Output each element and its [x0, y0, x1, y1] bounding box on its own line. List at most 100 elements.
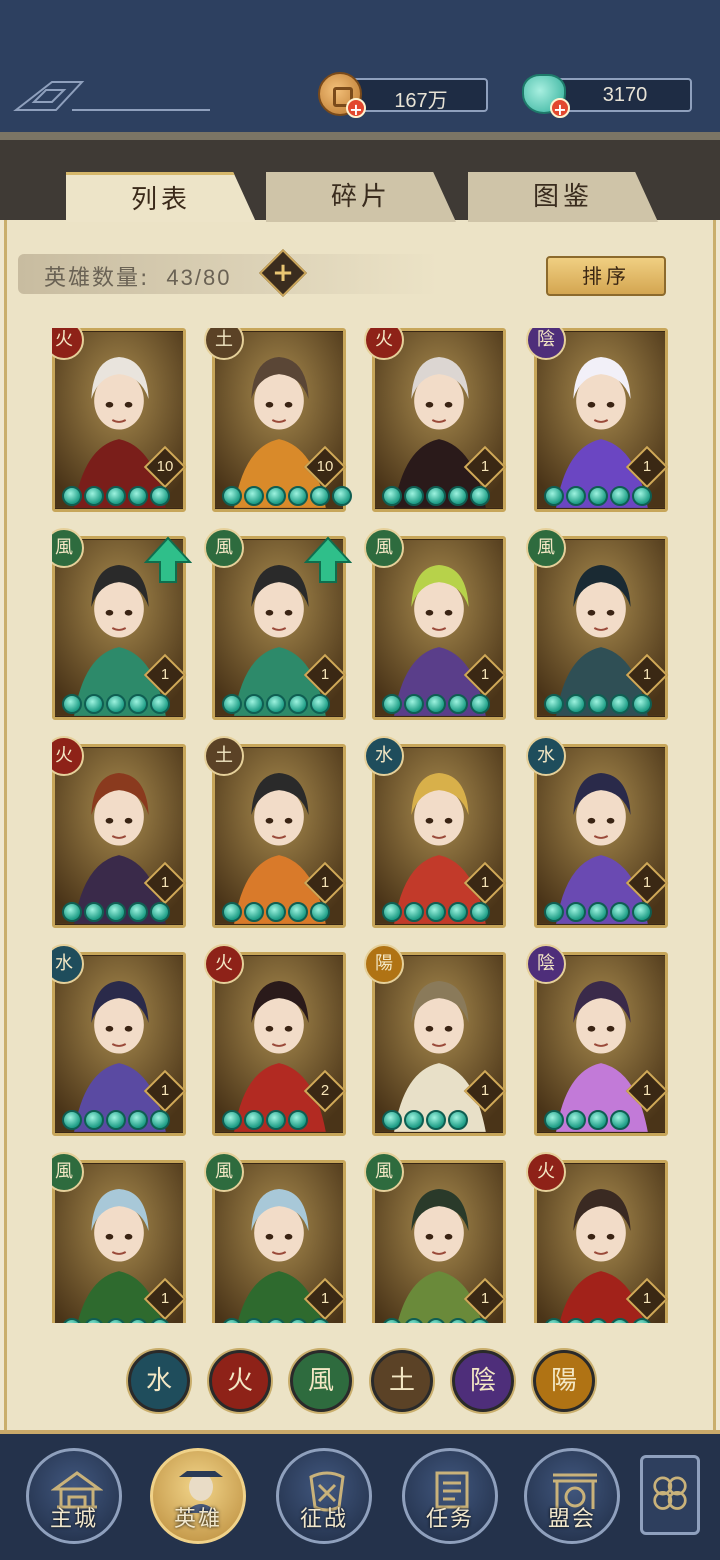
jade-star-icon: [222, 694, 242, 714]
coin-currency[interactable]: 167万 +: [318, 72, 498, 119]
more-menu-button[interactable]: [640, 1455, 700, 1535]
jade-star-icon: [544, 902, 564, 922]
nav-item-hero-portrait[interactable]: 英雄: [150, 1448, 246, 1544]
jade-star-icon: [106, 902, 126, 922]
nav-item-task-scroll[interactable]: 任务: [402, 1448, 498, 1544]
hero-card[interactable]: 土 10: [204, 328, 352, 512]
top-bar: 167万 + 3170 +: [0, 0, 720, 140]
jade-currency[interactable]: 3170 +: [522, 72, 702, 119]
hero-card[interactable]: 風1: [204, 528, 352, 720]
hero-star-rank: [222, 1318, 330, 1323]
nav-label: 英雄: [173, 1507, 222, 1532]
add-jade-button[interactable]: +: [550, 98, 570, 119]
tab-collection[interactable]: 图鉴: [468, 172, 658, 222]
hero-card[interactable]: 風1: [52, 1152, 187, 1323]
jade-star-icon: [382, 1318, 402, 1323]
wind-element-icon: 風: [526, 528, 566, 568]
jade-star-icon: [288, 1318, 308, 1323]
jade-star-icon: [84, 1318, 104, 1323]
wind-element-icon: 風: [204, 528, 244, 568]
hero-card[interactable]: 火1: [364, 328, 507, 512]
jade-star-icon: [544, 1110, 564, 1130]
add-coin-button[interactable]: +: [346, 98, 366, 119]
jade-star-icon: [448, 902, 468, 922]
hero-level: 1: [480, 458, 490, 475]
hero-level: 1: [642, 1082, 652, 1099]
hero-card[interactable]: 陰1: [526, 328, 669, 512]
jade-star-icon: [470, 694, 490, 714]
hero-card[interactable]: 水1: [526, 736, 669, 928]
hero-level: 2: [320, 1082, 330, 1099]
jade-star-icon: [382, 486, 402, 506]
filter-fire-button[interactable]: 火: [209, 1350, 271, 1412]
fire-element-icon: 火: [526, 1152, 566, 1192]
jade-star-icon: [470, 486, 490, 506]
jade-star-icon: [632, 486, 652, 506]
filter-wind-button[interactable]: 風: [290, 1350, 352, 1412]
hero-count-text: 英雄数量: 43/80: [44, 260, 231, 292]
nav-label: 征战: [299, 1507, 348, 1532]
jade-star-icon: [404, 1318, 424, 1323]
jade-star-icon: [448, 486, 468, 506]
jade-star-icon: [62, 694, 82, 714]
filter-yin-button[interactable]: 陰: [452, 1350, 514, 1412]
jade-star-icon: [610, 694, 630, 714]
expand-hero-slots-button[interactable]: +: [258, 248, 308, 298]
hero-card[interactable]: 火1: [526, 1152, 669, 1323]
water-element-icon: 水: [526, 736, 566, 776]
jade-star-icon: [632, 694, 652, 714]
hero-card[interactable]: 火 10: [52, 328, 187, 512]
jade-amount: 3170: [602, 84, 648, 106]
hero-star-rank: [544, 1318, 652, 1323]
hero-card[interactable]: 風1: [364, 1152, 507, 1323]
jade-star-icon: [244, 486, 264, 506]
hero-level: 1: [160, 1082, 170, 1099]
jade-star-icon: [404, 694, 424, 714]
jade-star-icon: [404, 902, 424, 922]
hero-card[interactable]: 土1: [204, 736, 347, 928]
hero-star-rank: [382, 1318, 490, 1323]
jade-star-icon: [266, 1318, 286, 1323]
hero-card[interactable]: 水1: [364, 736, 507, 928]
hero-card[interactable]: 風1: [52, 528, 192, 720]
jade-star-icon: [588, 902, 608, 922]
jade-star-icon: [544, 486, 564, 506]
hero-card[interactable]: 風1: [526, 528, 669, 720]
hero-card[interactable]: 風1: [364, 528, 507, 720]
back-ornament-icon[interactable]: [12, 78, 212, 114]
jade-star-icon: [382, 1110, 402, 1130]
hero-star-rank: [62, 694, 170, 714]
jade-star-icon: [332, 486, 352, 506]
tab-fragments[interactable]: 碎片: [266, 172, 456, 222]
hero-card[interactable]: 火1: [52, 736, 187, 928]
wind-element-icon: 風: [204, 1152, 244, 1192]
jade-star-icon: [544, 1318, 564, 1323]
jade-star-icon: [128, 1318, 148, 1323]
filter-water-button[interactable]: 水: [128, 1350, 190, 1412]
hero-card[interactable]: 陽1: [364, 944, 507, 1136]
jade-star-icon: [426, 1110, 446, 1130]
hero-star-rank: [382, 486, 490, 506]
jade-star-icon: [222, 486, 242, 506]
hero-card[interactable]: 陰1: [526, 944, 669, 1136]
nav-item-palace[interactable]: 主城: [26, 1448, 122, 1544]
jade-star-icon: [566, 486, 586, 506]
nav-item-guild-gate[interactable]: 盟会: [524, 1448, 620, 1544]
fire-element-icon: 火: [204, 944, 244, 984]
coin-amount: 167万: [394, 90, 448, 112]
hero-level: 1: [160, 666, 170, 683]
hero-level: 1: [642, 458, 652, 475]
jade-star-icon: [106, 1110, 126, 1130]
jade-star-icon: [150, 1318, 170, 1323]
filter-yang-button[interactable]: 陽: [533, 1350, 595, 1412]
hero-star-rank: [222, 694, 330, 714]
tab-list[interactable]: 列表: [66, 172, 256, 222]
hero-level: 1: [480, 874, 490, 891]
hero-card[interactable]: 火2: [204, 944, 347, 1136]
hero-card[interactable]: 風1: [204, 1152, 347, 1323]
filter-earth-button[interactable]: 土: [371, 1350, 433, 1412]
hero-card[interactable]: 水1: [52, 944, 187, 1136]
element-filter-bar: 水火風土陰陽: [128, 1350, 598, 1414]
sort-button[interactable]: 排序: [546, 256, 666, 296]
nav-item-battle[interactable]: 征战: [276, 1448, 372, 1544]
